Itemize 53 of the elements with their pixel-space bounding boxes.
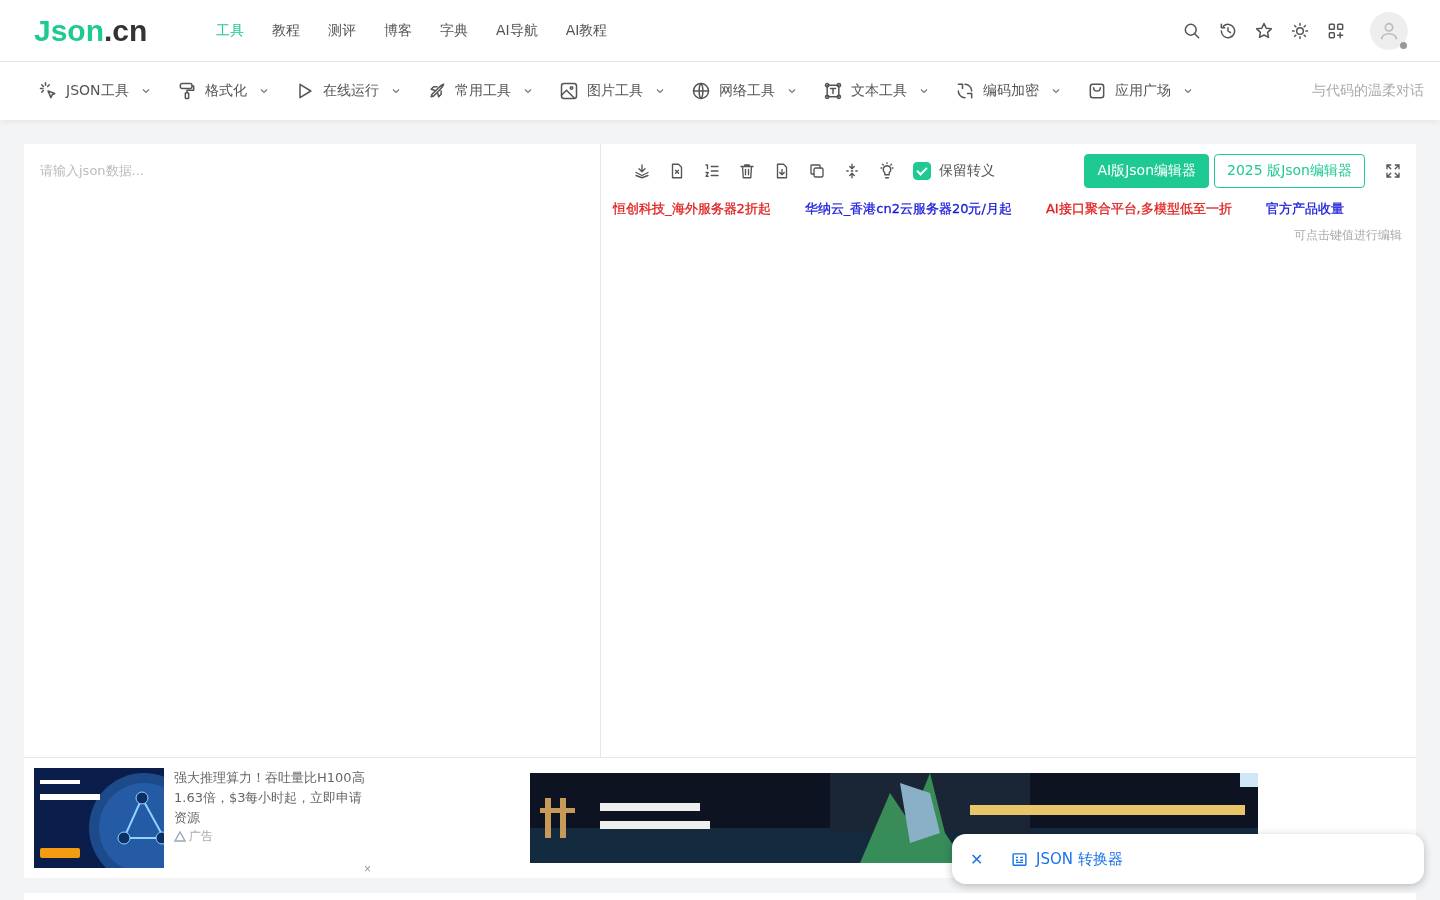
sponsor-link[interactable]: 官方产品收量 bbox=[1265, 200, 1344, 218]
bulb-icon[interactable] bbox=[878, 162, 896, 180]
tool-menu-item[interactable]: 在线运行 bbox=[294, 81, 401, 101]
tool-menu-item[interactable]: 编码加密 bbox=[954, 81, 1061, 101]
chevron-down-icon bbox=[786, 86, 797, 96]
chevron-down-icon bbox=[140, 86, 151, 96]
nav-link[interactable]: AI导航 bbox=[496, 21, 538, 40]
globe-icon bbox=[690, 81, 711, 101]
sun-icon[interactable] bbox=[1290, 20, 1310, 41]
close-button[interactable]: ✕ bbox=[966, 849, 987, 869]
list-icon bbox=[1011, 850, 1028, 868]
edit-hint: 可点击键值进行编辑 bbox=[1294, 228, 1402, 243]
tool-menu-item[interactable]: 网络工具 bbox=[690, 81, 797, 101]
chevron-down-icon bbox=[918, 86, 929, 96]
slogan: 与代码的温柔对话 bbox=[1312, 82, 1424, 100]
tool-menu-item[interactable]: 常用工具 bbox=[426, 81, 533, 101]
sponsor-link[interactable]: 恒创科技_海外服务器2折起 bbox=[613, 200, 771, 218]
nav-link[interactable]: 博客 bbox=[384, 21, 412, 40]
tool-menu-item[interactable]: 图片工具 bbox=[558, 81, 665, 101]
tool-menu-item[interactable]: 格式化 bbox=[176, 81, 269, 101]
site-logo[interactable]: Json.cn bbox=[34, 13, 216, 48]
tool-menu-item[interactable]: 文本工具 bbox=[822, 81, 929, 101]
image-icon bbox=[558, 81, 579, 101]
json-input-field[interactable]: 请输入json数据... bbox=[24, 144, 601, 758]
star-icon[interactable] bbox=[1254, 20, 1274, 41]
chevron-down-icon bbox=[258, 86, 269, 96]
chevron-down-icon bbox=[1182, 86, 1193, 96]
sponsor-link[interactable]: 华纳云_香港cn2云服务器20元/月起 bbox=[804, 200, 1012, 218]
cursor-sparkle-icon bbox=[38, 81, 58, 101]
ad-logo-icon bbox=[174, 830, 186, 843]
compress-icon[interactable] bbox=[843, 162, 861, 180]
chevron-down-icon bbox=[390, 86, 401, 96]
nav-link[interactable]: AI教程 bbox=[565, 21, 608, 40]
fullscreen-icon[interactable] bbox=[1384, 162, 1402, 180]
copy-icon[interactable] bbox=[808, 162, 826, 180]
tool-menu-item[interactable]: 应用广场 bbox=[1086, 81, 1193, 101]
nav-link[interactable]: 教程 bbox=[272, 21, 300, 40]
numbered-list-icon[interactable] bbox=[703, 162, 721, 180]
chevron-down-icon bbox=[654, 86, 665, 96]
trash-icon[interactable] bbox=[738, 162, 756, 180]
nav-link[interactable]: 字典 bbox=[440, 21, 468, 40]
converter-link[interactable]: JSON 转换器 bbox=[1011, 849, 1123, 869]
ad-label: 广告 bbox=[189, 828, 213, 846]
ad-text[interactable]: 强大推理算力！吞吐量比H100高1.63倍，$3每小时起，立即申请资源 bbox=[174, 768, 366, 829]
checkbox-label[interactable]: 保留转义 bbox=[939, 162, 995, 180]
keep-escape-checkbox[interactable] bbox=[913, 162, 931, 180]
sponsor-link[interactable]: AI接口聚合平台,多模型低至一折 bbox=[1045, 200, 1232, 218]
layers-icon[interactable] bbox=[633, 162, 651, 180]
nav-link[interactable]: 测评 bbox=[328, 21, 356, 40]
tool-menu-item[interactable]: JSON工具 bbox=[38, 81, 151, 101]
chevron-down-icon bbox=[522, 86, 533, 96]
chevron-down-icon bbox=[1050, 86, 1061, 96]
text-frame-icon bbox=[822, 81, 843, 101]
